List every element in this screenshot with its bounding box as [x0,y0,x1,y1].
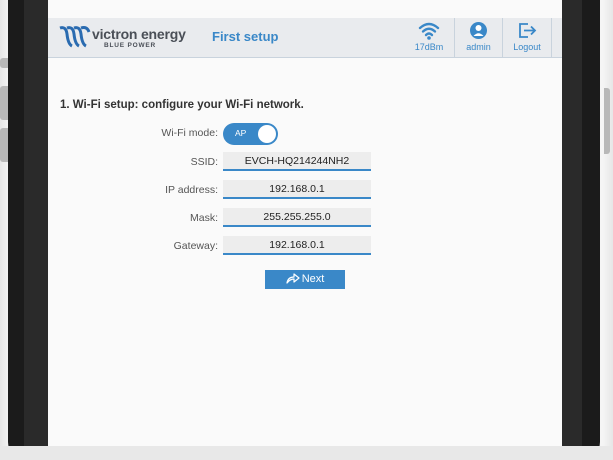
victron-logo-mark-icon [59,26,91,48]
admin-button[interactable]: admin [454,18,502,58]
wifi-signal-indicator[interactable]: 17dBm [404,18,454,58]
phone-bezel-right [562,0,600,460]
page-title: First setup [212,29,279,44]
victron-logo[interactable]: victron energy BLUE POWER [58,24,208,54]
ip-address-label: IP address: [165,184,218,196]
ssid-field[interactable]: EVCH-HQ214244NH2 [223,152,371,171]
gateway-field[interactable]: 192.168.0.1 [223,236,371,255]
brand-tagline: BLUE POWER [104,42,157,49]
phone-screen: victron energy BLUE POWER First setup 17… [48,0,562,446]
gateway-label: Gateway: [173,240,218,252]
wifi-mode-label: Wi-Fi mode: [161,127,218,139]
ip-address-field[interactable]: 192.168.0.1 [223,180,371,199]
wifi-icon [418,22,440,40]
wifi-signal-label: 17dBm [414,42,444,52]
next-button-label: Next [301,273,325,285]
mask-label: Mask: [189,212,218,224]
logout-icon [519,23,537,38]
brand-name: victron energy [92,26,186,42]
logout-label: Logout [513,42,541,52]
logout-button[interactable]: Logout [502,18,552,58]
bottom-edge [0,446,613,460]
phone-power-button [604,88,610,154]
user-icon [470,22,487,39]
wifi-setup-heading: 1. Wi-Fi setup: configure your Wi-Fi net… [60,99,304,111]
admin-label: admin [466,42,491,52]
photo-scene: victron energy BLUE POWER First setup 17… [0,0,613,460]
toggle-knob [258,125,276,143]
wifi-mode-toggle[interactable]: AP [223,123,278,145]
share-arrow-icon [286,273,300,284]
top-bar: victron energy BLUE POWER First setup 17… [48,18,562,58]
ssid-label: SSID: [190,156,218,168]
mask-field[interactable]: 255.255.255.0 [223,208,371,227]
next-button[interactable]: Next [265,270,345,289]
phone-bezel-left [8,0,48,460]
wifi-mode-value: AP [235,128,247,138]
